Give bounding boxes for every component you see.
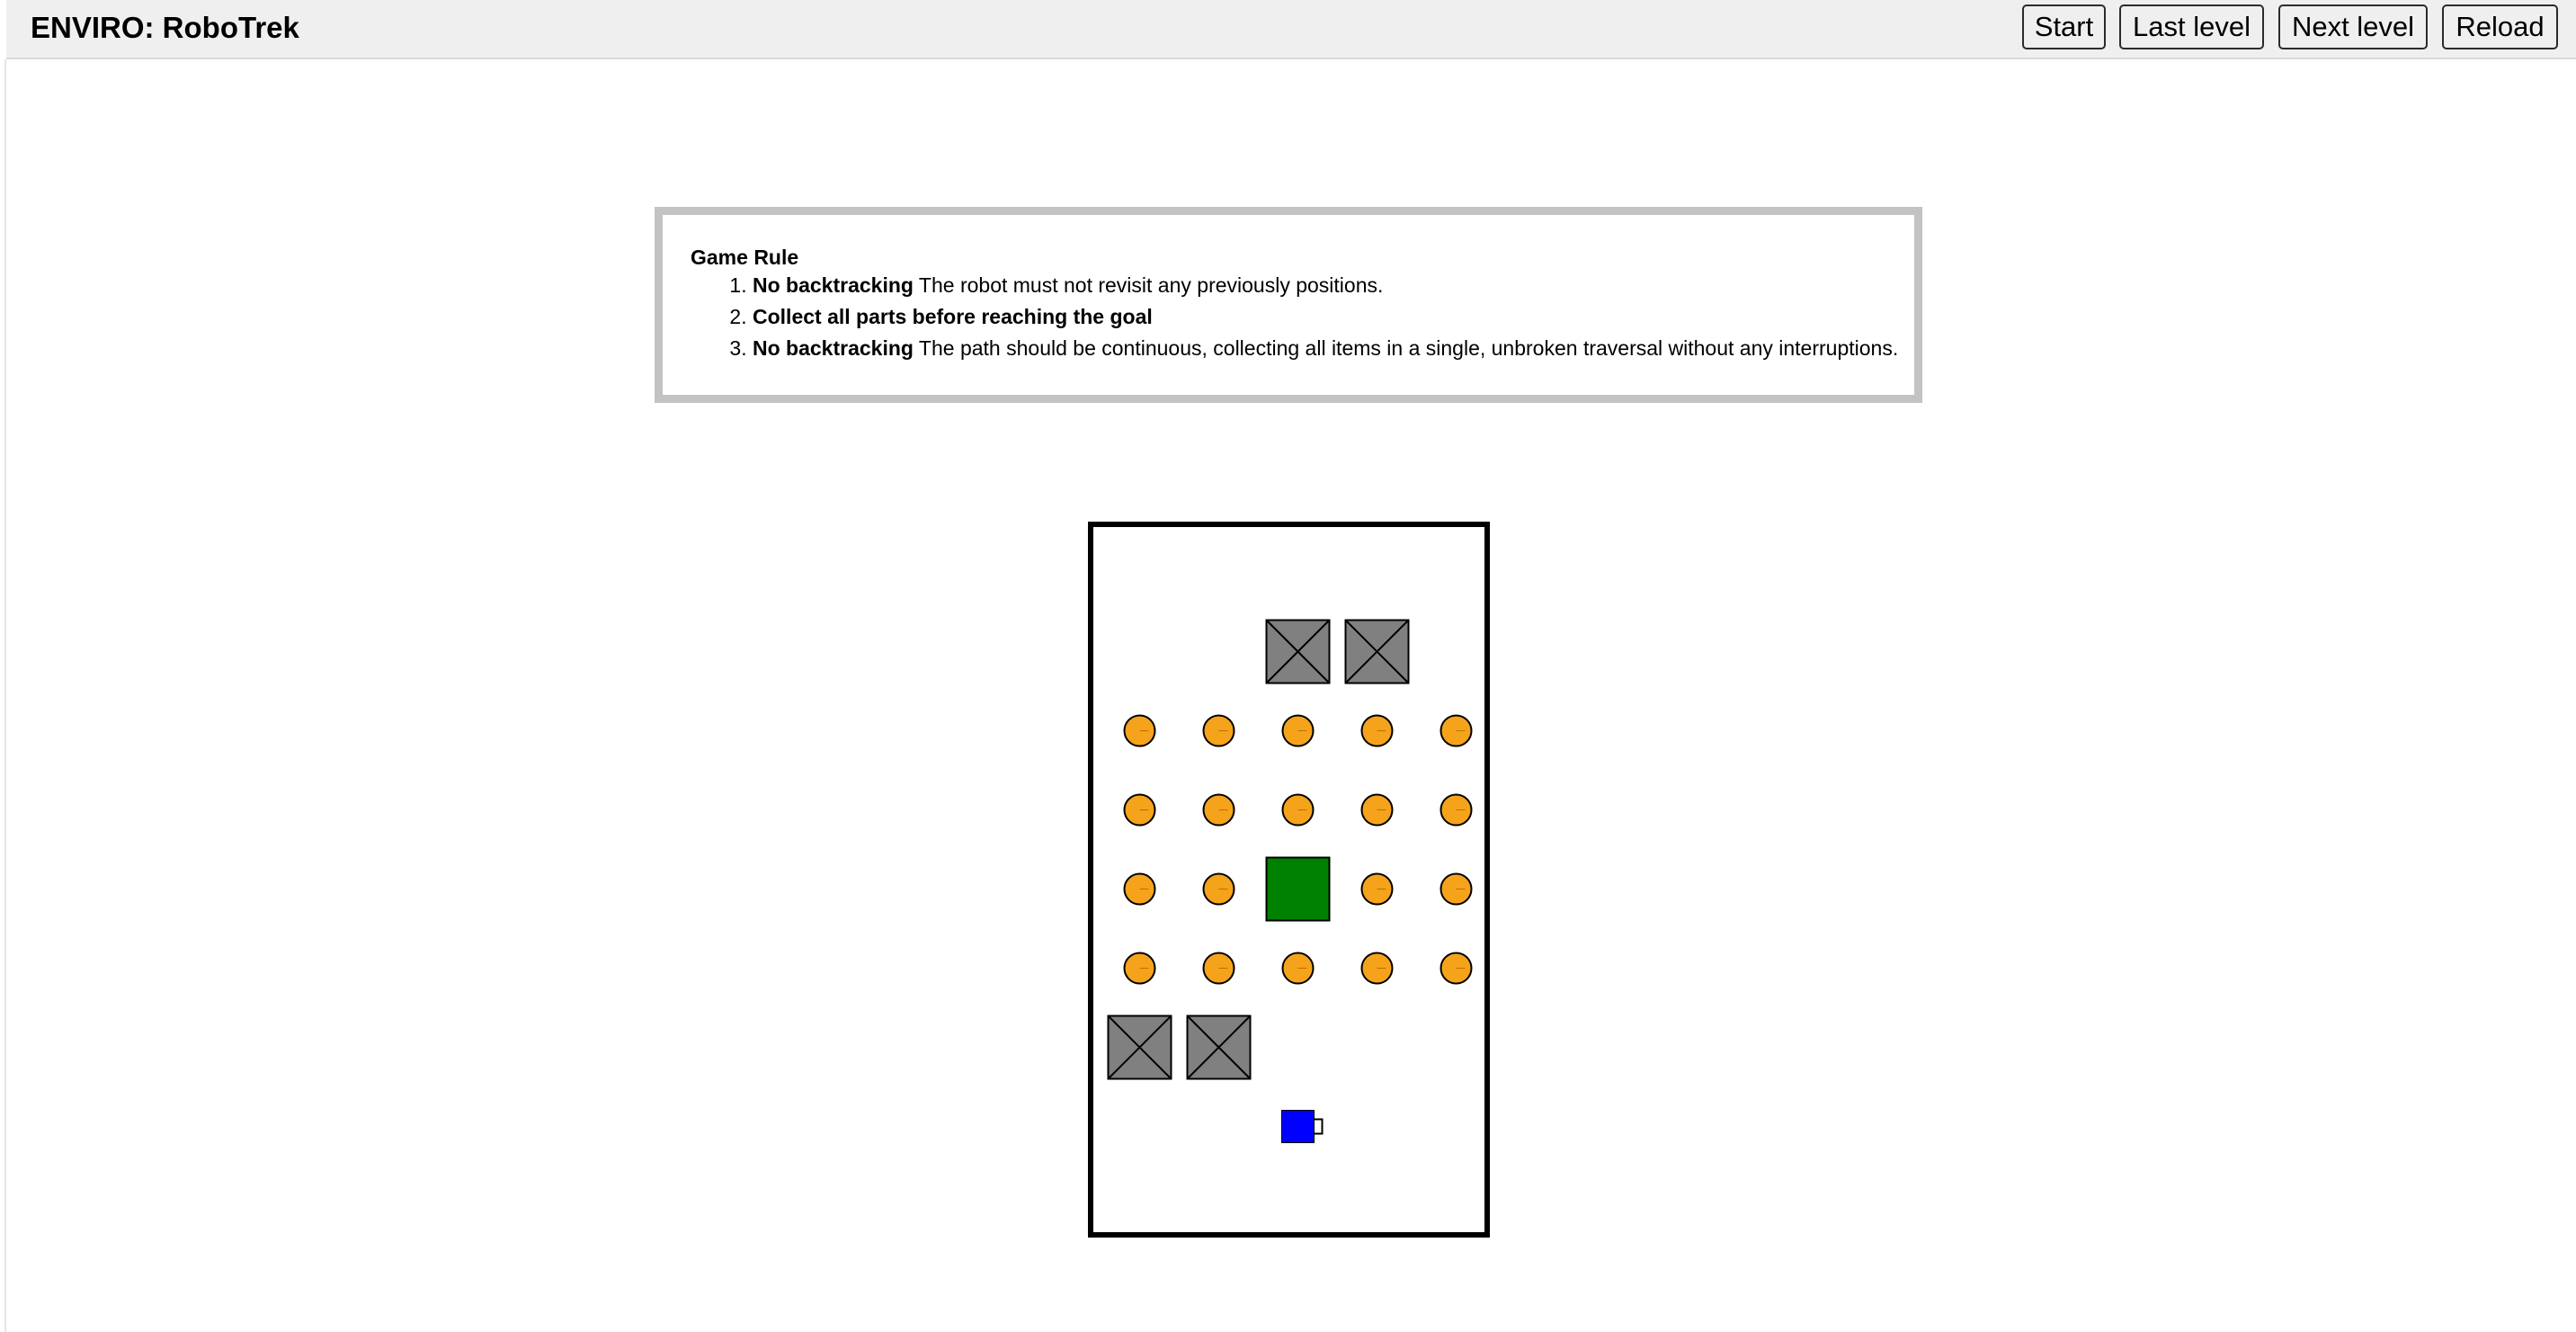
last-level-button[interactable]: Last level: [2119, 4, 2264, 49]
start-button[interactable]: Start: [2022, 4, 2106, 49]
goal-tile: [1265, 856, 1331, 922]
obstacle-crate: [1107, 1015, 1172, 1080]
part-item: [1360, 952, 1394, 985]
page-edge: [0, 59, 6, 1332]
part-item: [1281, 714, 1315, 747]
part-item: [1440, 952, 1473, 985]
part-item: [1440, 872, 1473, 906]
part-item: [1440, 714, 1473, 747]
rule-text: The path should be continuous, collectin…: [913, 336, 1899, 360]
part-item: [1360, 872, 1394, 906]
obstacle-crate: [1265, 619, 1331, 684]
obstacle-crate: [1186, 1015, 1252, 1080]
part-item: [1123, 872, 1156, 906]
game-board: [1088, 522, 1490, 1238]
app-title: ENVIRO: RoboTrek: [31, 11, 299, 44]
part-item: [1281, 793, 1315, 827]
part-item: [1202, 952, 1235, 985]
part-item: [1281, 952, 1315, 985]
reload-button[interactable]: Reload: [2442, 4, 2558, 49]
part-item: [1123, 793, 1156, 827]
part-item: [1360, 714, 1394, 747]
part-item: [1360, 793, 1394, 827]
part-item: [1123, 952, 1156, 985]
rule-text: The robot must not revisit any previousl…: [913, 273, 1384, 297]
part-item: [1440, 793, 1473, 827]
rule-item: No backtracking The path should be conti…: [753, 333, 1898, 364]
next-level-button[interactable]: Next level: [2278, 4, 2428, 49]
rule-bold: No backtracking: [753, 336, 914, 360]
part-item: [1202, 714, 1235, 747]
part-item: [1123, 714, 1156, 747]
part-item: [1202, 793, 1235, 827]
part-item: [1202, 872, 1235, 906]
rules-title: Game Rule: [691, 246, 799, 269]
rule-item: No backtracking The robot must not revis…: [753, 270, 1898, 301]
rule-bold: No backtracking: [753, 273, 914, 297]
rules-list: No backtracking The robot must not revis…: [726, 270, 1898, 364]
game-rules-panel: Game Rule No backtracking The robot must…: [655, 207, 1922, 403]
rule-bold: Collect all parts before reaching the go…: [753, 305, 1153, 328]
rule-item: Collect all parts before reaching the go…: [753, 301, 1898, 333]
obstacle-crate: [1344, 619, 1410, 684]
